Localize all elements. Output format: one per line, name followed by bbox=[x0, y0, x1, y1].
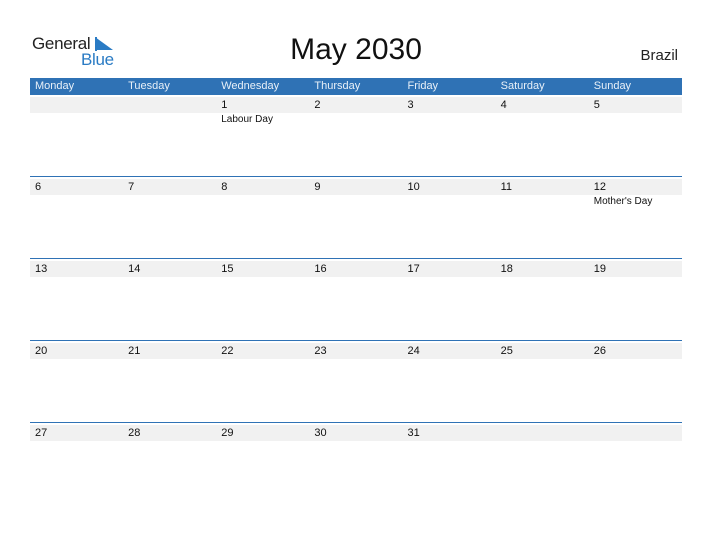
day-number: 7 bbox=[128, 181, 135, 193]
day-cell[interactable]: 17 bbox=[403, 259, 496, 340]
day-number: 31 bbox=[407, 427, 420, 439]
day-cell[interactable]: 4 bbox=[496, 95, 589, 176]
day-cell[interactable]: 6 bbox=[30, 177, 123, 258]
day-number: 10 bbox=[407, 181, 420, 193]
weeks-container: 1 Labour Day 2 3 4 5 6 7 8 9 10 11 12 Mother's Day 13 1… bbox=[30, 95, 682, 504]
week-row: 20 21 22 23 24 25 26 bbox=[30, 340, 682, 422]
day-cell bbox=[589, 423, 682, 504]
weekday-monday: Monday bbox=[35, 80, 75, 92]
day-number: 14 bbox=[128, 263, 141, 275]
day-cell[interactable]: 1 Labour Day bbox=[216, 95, 309, 176]
day-cell[interactable]: 13 bbox=[30, 259, 123, 340]
day-cell[interactable]: 5 bbox=[589, 95, 682, 176]
week-row: 27 28 29 30 31 bbox=[30, 422, 682, 504]
weekday-header: Monday Tuesday Wednesday Thursday Friday… bbox=[30, 78, 682, 95]
day-cell[interactable]: 12 Mother's Day bbox=[589, 177, 682, 258]
day-number: 20 bbox=[35, 345, 48, 357]
weekday-wednesday: Wednesday bbox=[221, 80, 280, 92]
day-number: 26 bbox=[593, 345, 606, 357]
day-number: 3 bbox=[407, 99, 414, 111]
day-number: 17 bbox=[407, 263, 420, 275]
holiday-label: Labour Day bbox=[221, 114, 273, 125]
day-cell[interactable]: 2 bbox=[309, 95, 402, 176]
day-cell[interactable]: 24 bbox=[403, 341, 496, 422]
day-number: 18 bbox=[500, 263, 513, 275]
day-number: 15 bbox=[221, 263, 234, 275]
weekday-thursday: Thursday bbox=[314, 80, 361, 92]
weekday-saturday: Saturday bbox=[500, 80, 545, 92]
calendar-grid: Monday Tuesday Wednesday Thursday Friday… bbox=[30, 78, 682, 504]
day-number: 11 bbox=[500, 181, 513, 193]
day-cell[interactable]: 23 bbox=[309, 341, 402, 422]
day-number: 1 bbox=[221, 99, 228, 111]
day-cell[interactable]: 16 bbox=[309, 259, 402, 340]
day-cell[interactable]: 31 bbox=[403, 423, 496, 504]
day-number: 30 bbox=[314, 427, 327, 439]
day-cell[interactable]: 19 bbox=[589, 259, 682, 340]
day-cell[interactable]: 15 bbox=[216, 259, 309, 340]
day-number: 19 bbox=[593, 263, 606, 275]
day-cell[interactable]: 21 bbox=[123, 341, 216, 422]
day-cell[interactable]: 20 bbox=[30, 341, 123, 422]
day-cell[interactable]: 22 bbox=[216, 341, 309, 422]
day-cell[interactable]: 30 bbox=[309, 423, 402, 504]
day-cell bbox=[30, 95, 123, 176]
day-cell[interactable]: 10 bbox=[403, 177, 496, 258]
day-cell[interactable]: 25 bbox=[496, 341, 589, 422]
day-number: 6 bbox=[35, 181, 42, 193]
week-row: 1 Labour Day 2 3 4 5 bbox=[30, 95, 682, 176]
day-number: 25 bbox=[500, 345, 513, 357]
day-number: 9 bbox=[314, 181, 321, 193]
calendar-title: May 2030 bbox=[290, 33, 422, 66]
day-cell[interactable]: 26 bbox=[589, 341, 682, 422]
day-number: 13 bbox=[35, 263, 48, 275]
day-number: 4 bbox=[500, 99, 507, 111]
day-number: 8 bbox=[221, 181, 228, 193]
day-cell[interactable]: 7 bbox=[123, 177, 216, 258]
day-number: 2 bbox=[314, 99, 321, 111]
day-number: 29 bbox=[221, 427, 234, 439]
weekday-friday: Friday bbox=[407, 80, 439, 92]
country-label: Brazil bbox=[640, 47, 678, 64]
day-cell[interactable]: 11 bbox=[496, 177, 589, 258]
day-number: 23 bbox=[314, 345, 327, 357]
day-number: 28 bbox=[128, 427, 141, 439]
day-cell[interactable]: 18 bbox=[496, 259, 589, 340]
day-cell[interactable]: 9 bbox=[309, 177, 402, 258]
day-number: 12 bbox=[593, 181, 606, 193]
day-cell[interactable]: 29 bbox=[216, 423, 309, 504]
day-number: 5 bbox=[593, 99, 600, 111]
day-number: 27 bbox=[35, 427, 48, 439]
day-cell bbox=[496, 423, 589, 504]
day-cell[interactable]: 14 bbox=[123, 259, 216, 340]
week-row: 6 7 8 9 10 11 12 Mother's Day bbox=[30, 176, 682, 258]
day-cell[interactable]: 27 bbox=[30, 423, 123, 504]
weekday-sunday: Sunday bbox=[593, 80, 632, 92]
week-row: 13 14 15 16 17 18 19 bbox=[30, 258, 682, 340]
holiday-label: Mother's Day bbox=[593, 196, 653, 207]
day-cell[interactable]: 8 bbox=[216, 177, 309, 258]
day-cell[interactable]: 28 bbox=[123, 423, 216, 504]
day-number: 16 bbox=[314, 263, 327, 275]
day-number: 24 bbox=[407, 345, 420, 357]
day-cell bbox=[123, 95, 216, 176]
day-number: 22 bbox=[221, 345, 234, 357]
day-cell[interactable]: 3 bbox=[403, 95, 496, 176]
weekday-tuesday: Tuesday bbox=[128, 80, 170, 92]
day-number: 21 bbox=[128, 345, 141, 357]
